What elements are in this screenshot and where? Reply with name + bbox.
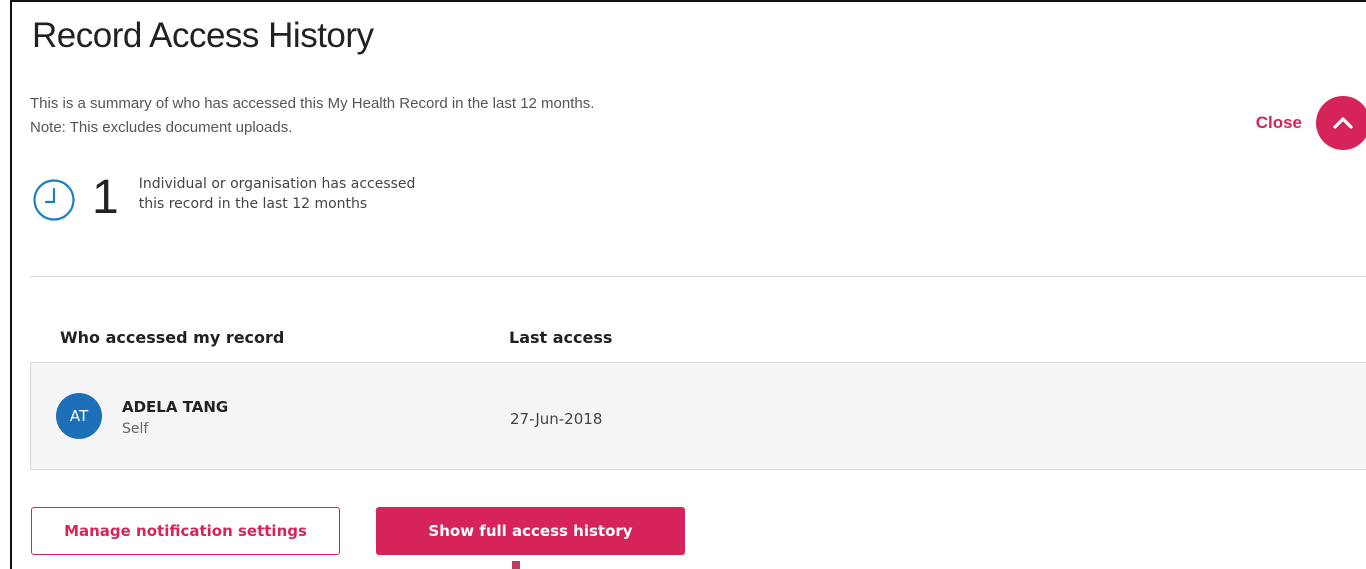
manage-notification-settings-button[interactable]: Manage notification settings (31, 507, 340, 555)
access-summary: 1 Individual or organisation has accesse… (32, 174, 415, 222)
description: This is a summary of who has accessed th… (30, 92, 594, 140)
page-title: Record Access History (32, 16, 374, 55)
access-count-line: Individual or organisation has accessed (138, 176, 416, 192)
table-row: AT ADELA TANG Self 27-Jun-2018 (30, 362, 1366, 470)
accessor-role: Self (122, 421, 149, 437)
show-full-access-history-button[interactable]: Show full access history (376, 507, 685, 555)
record-access-history-panel: Record Access History This is a summary … (10, 0, 1366, 569)
close-label[interactable]: Close (1256, 113, 1302, 133)
access-count: 1 (92, 171, 119, 224)
description-line: This is a summary of who has accessed th… (30, 95, 595, 112)
annotation-marker (512, 561, 520, 569)
column-header-who: Who accessed my record (60, 328, 285, 347)
clock-icon (33, 179, 75, 221)
close-button[interactable] (1316, 96, 1366, 150)
accessor-name: ADELA TANG (122, 398, 229, 416)
divider (30, 276, 1366, 277)
access-count-text: Individual or organisation has accessed … (139, 174, 416, 214)
last-access-date: 27-Jun-2018 (510, 410, 603, 428)
access-count-line: this record in the last 12 months (138, 196, 368, 212)
avatar: AT (56, 393, 102, 439)
description-note: Note: This excludes document uploads. (30, 119, 293, 136)
close-control[interactable]: Close (1256, 96, 1366, 150)
column-header-last-access: Last access (509, 328, 613, 347)
chevron-up-icon (1333, 117, 1353, 129)
